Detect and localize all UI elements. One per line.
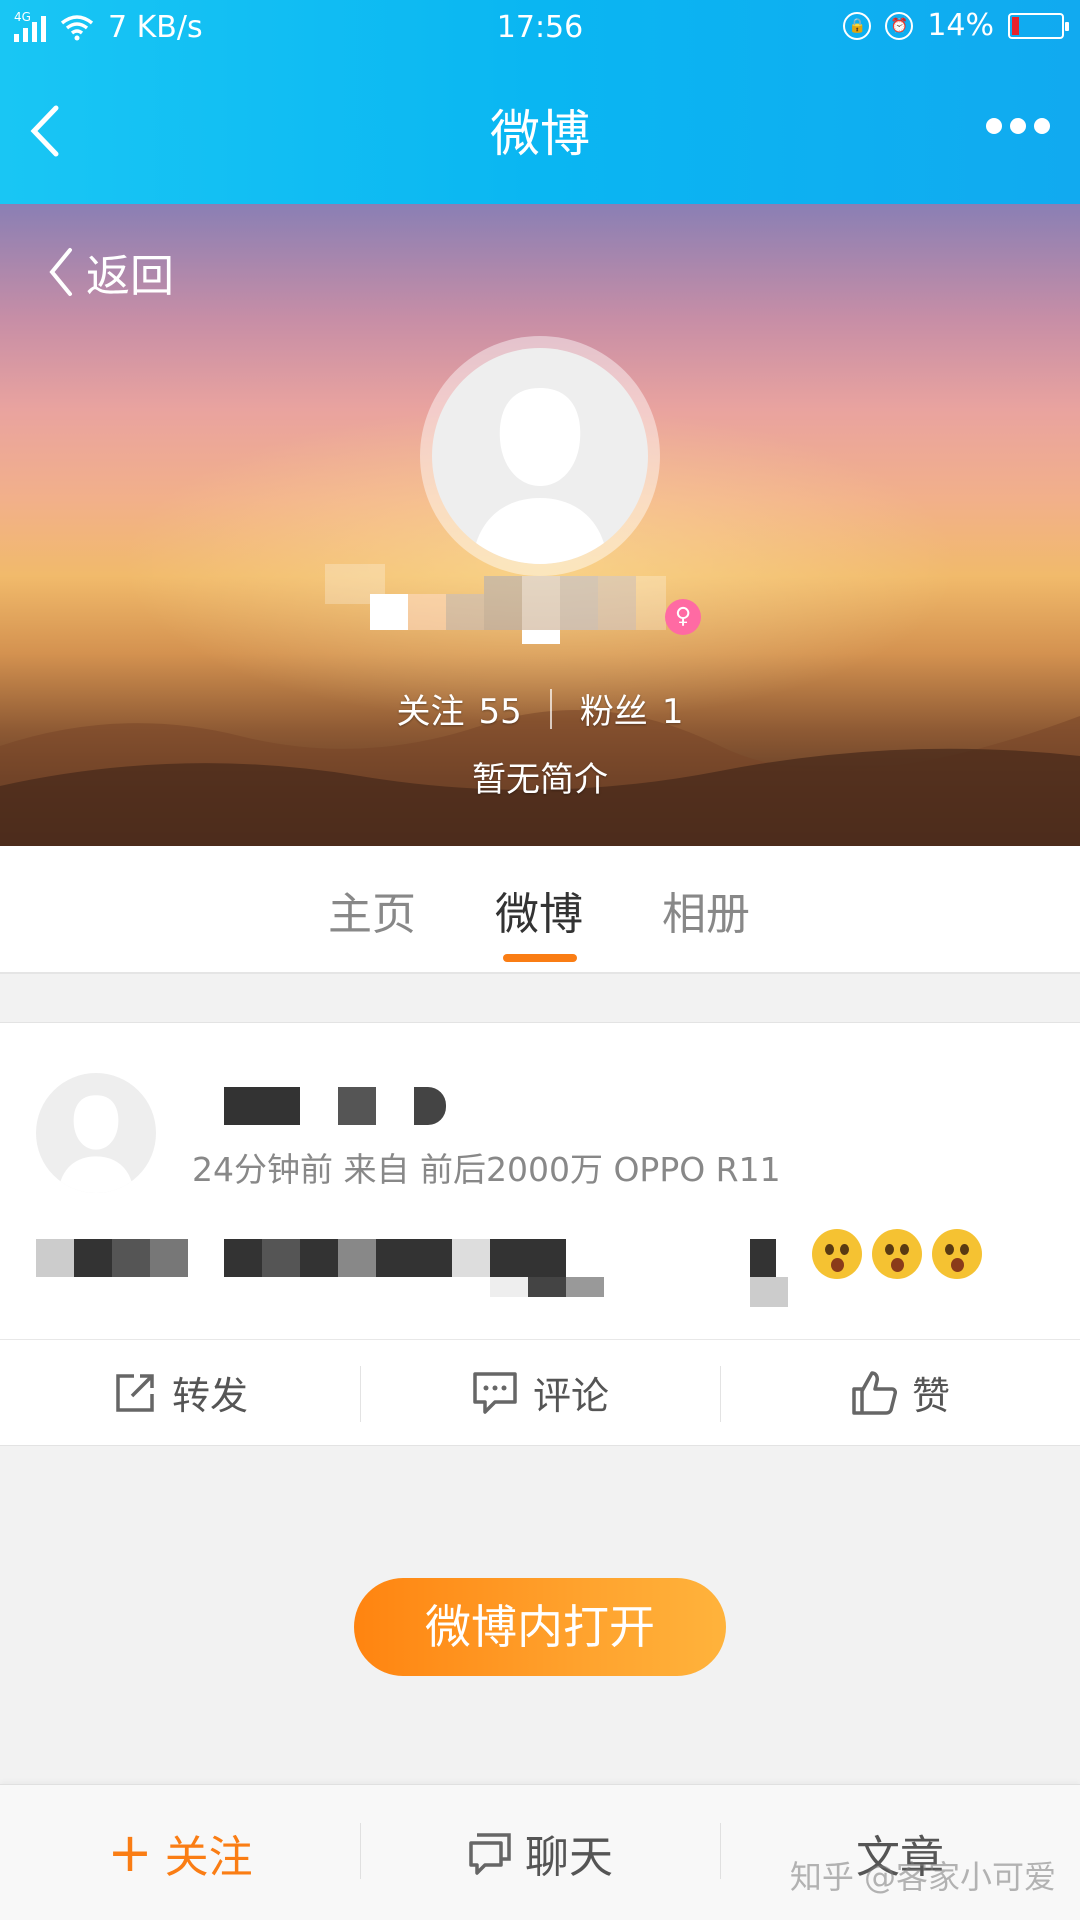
comment-button[interactable]: 评论 bbox=[360, 1340, 720, 1445]
post-meta: 24分钟前 来自 前后2000万 OPPO R11 bbox=[192, 1150, 781, 1189]
post-emojis bbox=[812, 1229, 982, 1279]
gender-badge-icon: ♀ bbox=[665, 599, 701, 635]
repost-label: 转发 bbox=[171, 1374, 248, 1418]
back-label: 返回 bbox=[86, 251, 174, 302]
like-label: 赞 bbox=[911, 1374, 950, 1418]
page-title: 微博 bbox=[490, 105, 590, 163]
alarm-icon: ⏰ bbox=[885, 11, 914, 40]
top-bar: 4G 7 KB/s 17:56 🔒 ⏰ 14% 微博 bbox=[0, 0, 1080, 204]
stats-divider bbox=[549, 688, 552, 729]
chat-icon bbox=[469, 1832, 511, 1875]
title-bar: 微博 bbox=[0, 56, 1080, 204]
open-in-weibo-button[interactable]: 微博内打开 bbox=[354, 1578, 726, 1676]
following-count: 55 bbox=[478, 692, 522, 732]
comment-icon bbox=[473, 1371, 517, 1414]
tab-album[interactable]: 相册 bbox=[662, 878, 750, 942]
tab-home[interactable]: 主页 bbox=[328, 878, 416, 942]
battery-percent: 14% bbox=[927, 8, 994, 43]
battery-icon bbox=[1008, 12, 1069, 39]
plus-icon: + bbox=[107, 1820, 153, 1884]
default-avatar-icon bbox=[58, 1095, 134, 1193]
post-avatar[interactable] bbox=[36, 1073, 156, 1193]
username-pixelated bbox=[325, 564, 705, 644]
profile-tabs: 主页 微博 相册 bbox=[0, 846, 1080, 974]
surprised-emoji-icon bbox=[872, 1229, 922, 1279]
surprised-emoji-icon bbox=[932, 1229, 982, 1279]
followers-stat[interactable]: 粉丝 1 bbox=[580, 684, 684, 733]
repost-button[interactable]: 转发 bbox=[0, 1340, 360, 1445]
profile-bio: 暂无简介 bbox=[472, 760, 608, 800]
mountain-silhouette bbox=[0, 710, 1080, 846]
repost-icon bbox=[116, 1373, 154, 1412]
comment-label: 评论 bbox=[532, 1374, 609, 1418]
following-stat[interactable]: 关注 55 bbox=[397, 684, 522, 733]
more-dots-icon[interactable] bbox=[986, 118, 1050, 134]
like-button[interactable]: 赞 bbox=[720, 1340, 1080, 1445]
watermark: 知乎 @客家小可爱 bbox=[789, 1858, 1056, 1896]
post-card[interactable]: 24分钟前 来自 前后2000万 OPPO R11 转发 评论 赞 bbox=[0, 1022, 1080, 1446]
chevron-left-icon bbox=[49, 248, 72, 296]
surprised-emoji-icon bbox=[812, 1229, 862, 1279]
rotation-lock-icon: 🔒 bbox=[843, 11, 872, 40]
followers-count: 1 bbox=[661, 692, 684, 732]
follow-button[interactable]: + 关注 bbox=[0, 1785, 360, 1920]
follow-label: 关注 bbox=[164, 1831, 253, 1883]
tab-weibo[interactable]: 微博 bbox=[495, 878, 583, 942]
profile-banner: 返回 ♀ 关注 55 粉丝 1 暂无简介 bbox=[0, 204, 1080, 846]
chat-label: 聊天 bbox=[525, 1831, 613, 1883]
post-actions: 转发 评论 赞 bbox=[0, 1339, 1080, 1445]
followers-label: 粉丝 bbox=[579, 692, 648, 732]
profile-avatar[interactable] bbox=[420, 336, 660, 576]
profile-stats: 关注 55 粉丝 1 bbox=[0, 684, 1080, 733]
chat-button[interactable]: 聊天 bbox=[360, 1785, 720, 1920]
status-bar: 4G 7 KB/s 17:56 🔒 ⏰ 14% bbox=[0, 0, 1080, 56]
active-tab-indicator bbox=[503, 954, 577, 962]
default-avatar-icon bbox=[472, 388, 608, 564]
following-label: 关注 bbox=[396, 692, 465, 732]
back-link[interactable]: 返回 bbox=[46, 240, 174, 304]
post-author-pixelated bbox=[224, 1087, 454, 1127]
thumbs-up-icon bbox=[852, 1370, 897, 1415]
